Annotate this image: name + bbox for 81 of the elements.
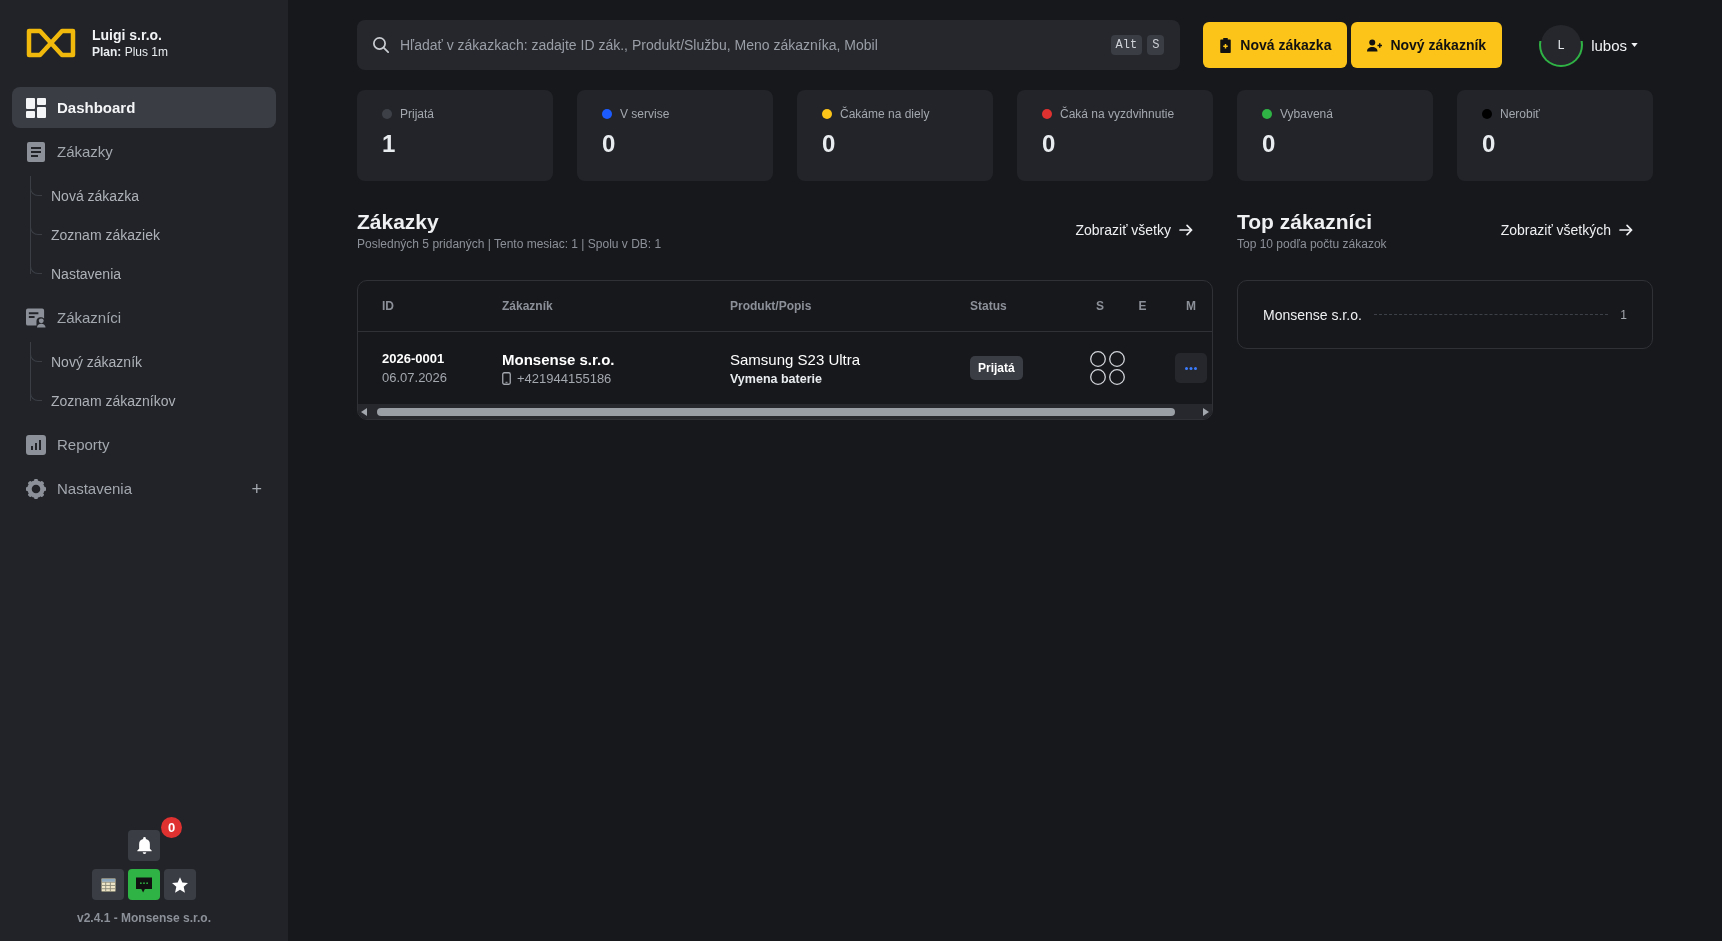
customer-name: Monsense s.r.o. xyxy=(502,350,616,368)
more-icon xyxy=(1185,366,1197,370)
status-label: Čaká na vyzdvihnutie xyxy=(1060,107,1175,121)
status-count: 0 xyxy=(1482,130,1496,158)
expand-button[interactable]: + xyxy=(247,478,266,499)
document-icon xyxy=(26,141,46,162)
nav-subitem[interactable]: Nastavenia xyxy=(46,262,127,285)
star-button[interactable] xyxy=(164,869,196,900)
nav-item[interactable]: Reporty xyxy=(12,424,276,465)
keyboard-key: S xyxy=(1147,35,1165,55)
status-count: 0 xyxy=(602,130,616,158)
spreadsheet-icon xyxy=(100,877,116,892)
clipboard-icon xyxy=(1219,37,1233,53)
phone-number: +421944155186 xyxy=(517,370,612,386)
nav-item[interactable]: Zákazníci xyxy=(12,297,276,338)
order-id: 2026-0001 xyxy=(382,351,446,366)
search-input[interactable]: Hľadať v zákazkach: zadajte ID zák., Produkt/Službu, Meno zákazníka, Mobil xyxy=(400,35,1100,55)
keyboard-key: Alt xyxy=(1110,35,1143,55)
nav-subitem[interactable]: Nová zákazka xyxy=(46,184,144,207)
status-label: Vybavená xyxy=(1280,107,1333,121)
order-count: 1 xyxy=(1620,307,1627,322)
status-label: Nerobiť xyxy=(1500,107,1540,121)
nav-item[interactable]: Nastavenia xyxy=(12,468,248,509)
nav-subitem[interactable]: Zoznam zákaziek xyxy=(46,223,165,246)
nav-subitem[interactable]: Zoznam zákazníkov xyxy=(46,389,181,412)
nav-item[interactable]: Zákazky xyxy=(12,131,276,172)
status-label: Prijatá xyxy=(400,107,434,121)
avatar-initial: L xyxy=(1557,38,1565,52)
settings-icon xyxy=(26,478,46,499)
more-button[interactable] xyxy=(1175,353,1207,383)
status-count: 0 xyxy=(1042,130,1056,158)
section-title: Zákazky xyxy=(357,209,440,234)
column-header: E xyxy=(1138,299,1147,313)
search-bar[interactable]: Hľadať v zákazkach: zadajte ID zák., Produkt/Službu, Meno zákazníka, Mobil Alt S xyxy=(357,20,1181,70)
nav-item[interactable]: Dashboard xyxy=(12,87,276,128)
product-name: Samsung S23 Ultra xyxy=(730,350,862,368)
notifications-button[interactable] xyxy=(128,830,160,861)
action-button[interactable]: Nový zákazník xyxy=(1351,22,1503,68)
company-name: Luigi s.r.o. xyxy=(92,26,163,44)
section-title: Top zákazníci xyxy=(1237,209,1373,234)
user-menu-button[interactable]: lubos xyxy=(1591,36,1638,54)
order-date: 06.07.2026 xyxy=(382,370,449,385)
bell-icon xyxy=(136,837,152,854)
product-description: Vymena baterie xyxy=(730,371,823,386)
status-count: 0 xyxy=(822,130,836,158)
phone-icon xyxy=(502,371,511,385)
nav-subitem[interactable]: Nový zákazník xyxy=(46,350,148,373)
column-header: Zákazník xyxy=(502,299,553,313)
section-subtitle: Posledných 5 pridaných | Tento mesiac: 1 | Spolu v DB: 1 xyxy=(357,237,662,251)
action-button[interactable]: Nová zákazka xyxy=(1203,22,1348,68)
view-all-link[interactable]: Zobraziť všetkých xyxy=(1500,222,1633,238)
user-plus-icon xyxy=(1367,38,1383,52)
logo-icon xyxy=(26,28,76,58)
chat-icon xyxy=(136,876,152,893)
status-count: 0 xyxy=(1262,130,1276,158)
search-icon xyxy=(373,37,389,53)
arrow-right-icon xyxy=(1619,224,1633,236)
arrow-right-icon xyxy=(1179,224,1193,236)
spreadsheet-button[interactable] xyxy=(92,869,124,900)
bar-chart-icon xyxy=(26,434,46,455)
column-header: Status xyxy=(970,299,1007,313)
horizontal-scrollbar[interactable] xyxy=(358,404,1212,419)
status-count: 1 xyxy=(382,130,396,158)
column-header: S xyxy=(1096,299,1104,313)
customer-name: Monsense s.r.o. xyxy=(1263,306,1362,323)
status-badge: Prijatá xyxy=(970,356,1023,380)
status-label: V servise xyxy=(620,107,670,121)
notification-count: 0 xyxy=(161,817,182,838)
contact-card-icon xyxy=(26,307,46,328)
section-subtitle: Top 10 podľa počtu zákazok xyxy=(1237,237,1387,251)
chat-button[interactable] xyxy=(128,869,160,900)
caret-icon xyxy=(1631,43,1638,47)
version-label: v2.4.1 - Monsense s.r.o. xyxy=(76,911,212,925)
star-icon xyxy=(172,876,188,893)
column-header: Produkt/Popis xyxy=(730,299,812,313)
status-label: Čakáme na diely xyxy=(840,107,930,121)
view-all-link[interactable]: Zobraziť všetky xyxy=(1075,222,1193,238)
plan-label: Plan: Plus 1m xyxy=(92,44,169,60)
column-header: ID xyxy=(382,299,394,313)
dashboard-icon xyxy=(26,97,46,118)
column-header: M xyxy=(1186,299,1196,313)
